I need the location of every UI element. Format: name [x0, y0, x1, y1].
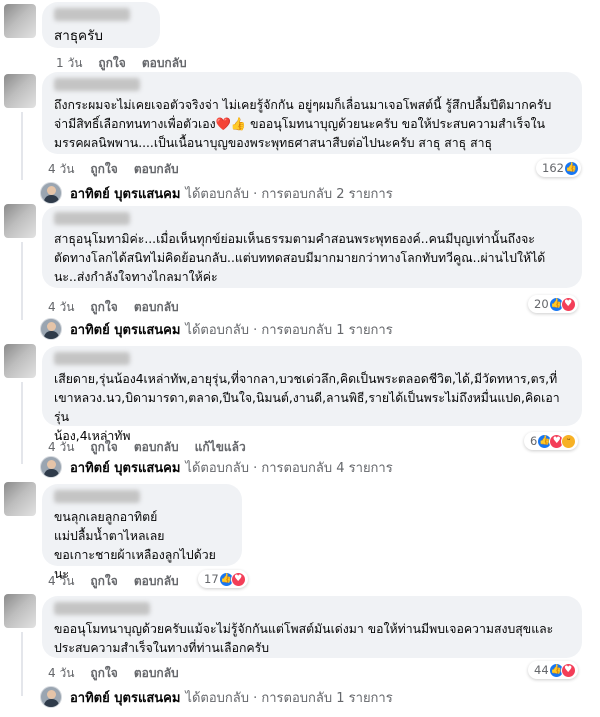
commenter-avatar[interactable]: [4, 74, 36, 108]
like-button[interactable]: ถูกใจ: [90, 438, 117, 457]
comment-bubble: เสียดาย,รุ่นน้อง4เหล่าทัพ,อายุรุ่น,ที่จา…: [42, 346, 582, 443]
edited-label[interactable]: แก้ไขแล้ว: [195, 438, 246, 457]
comment-actions: 4 วัน ถูกใจ ตอบกลับ: [48, 572, 179, 591]
reply-button[interactable]: ตอบกลับ: [142, 54, 187, 73]
reaction-summary[interactable]: 44 👍 ♥: [528, 661, 578, 679]
reply-author-name[interactable]: อาทิตย์ บุตรแสนคม: [70, 457, 180, 478]
thread-line: [21, 382, 23, 464]
comment-text: เสียดาย,รุ่นน้อง4เหล่าทัพ,อายุรุ่น,ที่จา…: [54, 372, 560, 443]
comment-time[interactable]: 1 วัน: [56, 54, 82, 73]
reply-button[interactable]: ตอบกลับ: [134, 160, 179, 179]
commenter-name[interactable]: [54, 602, 150, 615]
comment-time[interactable]: 4 วัน: [48, 298, 74, 317]
comment-bubble: สาธุอนุโมทามิค่ะ...เมื่อเห็นทุกข์ย่อมเห็…: [42, 206, 582, 288]
commenter-name[interactable]: [54, 212, 130, 225]
reply-summary[interactable]: อาทิตย์ บุตรแสนคม ได้ตอบกลับ · การตอบกลั…: [40, 686, 393, 708]
reply-button[interactable]: ตอบกลับ: [134, 438, 179, 457]
comment-time[interactable]: 4 วัน: [48, 572, 74, 591]
reaction-count: 162: [542, 161, 564, 175]
like-button[interactable]: ถูกใจ: [90, 572, 117, 591]
reaction-summary[interactable]: 162 👍: [536, 159, 581, 177]
reaction-summary[interactable]: 17 👍 ♥: [198, 570, 248, 588]
reply-author-avatar: [40, 686, 62, 708]
commenter-name[interactable]: [54, 78, 140, 91]
reply-summary[interactable]: อาทิตย์ บุตรแสนคม ได้ตอบกลับ · การตอบกลั…: [40, 318, 393, 340]
comment-bubble: ขออนุโมทนาบุญด้วยครับแม้จะไม่รู้จักกันแต…: [42, 596, 582, 658]
like-button[interactable]: ถูกใจ: [98, 54, 125, 73]
reaction-count: 20: [534, 297, 549, 311]
comment-text: ถึงกระผมจะไม่เคยเจอตัวจริงจ่า ไม่เคยรู้จ…: [54, 98, 552, 150]
reaction-summary[interactable]: 6 👍 ♥ ᵕ: [524, 432, 579, 450]
comment-actions: 4 วัน ถูกใจ ตอบกลับ: [48, 160, 179, 179]
reply-author-avatar: [40, 456, 62, 478]
commenter-avatar[interactable]: [4, 344, 36, 378]
comment-bubble: ขนลุกเลยลูกอาทิตย์ แม่ปลื้มน้ำตาไหลเลย ข…: [42, 484, 242, 581]
reply-author-name[interactable]: อาทิตย์ บุตรแสนคม: [70, 687, 180, 708]
reply-meta[interactable]: ได้ตอบกลับ · การตอบกลับ 1 รายการ: [185, 687, 392, 708]
commenter-avatar[interactable]: [4, 4, 36, 38]
commenter-name[interactable]: [54, 8, 130, 21]
comment-bubble: สาธุครับ: [42, 2, 160, 48]
commenter-avatar[interactable]: [4, 594, 36, 628]
commenter-avatar[interactable]: [4, 482, 36, 516]
like-button[interactable]: ถูกใจ: [90, 160, 117, 179]
reply-author-name[interactable]: อาทิตย์ บุตรแสนคม: [70, 319, 180, 340]
reaction-summary[interactable]: 20 👍 ♥: [528, 295, 578, 313]
thread-line: [21, 242, 23, 320]
reply-button[interactable]: ตอบกลับ: [134, 298, 179, 317]
comment-actions: 4 วัน ถูกใจ ตอบกลับ แก้ไขแล้ว: [48, 438, 246, 457]
comment-actions: 1 วัน ถูกใจ ตอบกลับ: [56, 54, 187, 73]
like-button[interactable]: ถูกใจ: [90, 298, 117, 317]
reaction-count: 6: [530, 434, 538, 448]
commenter-name[interactable]: [54, 352, 130, 365]
comment-bubble: ถึงกระผมจะไม่เคยเจอตัวจริงจ่า ไม่เคยรู้จ…: [42, 72, 582, 154]
love-icon: ♥: [560, 662, 576, 678]
reply-summary[interactable]: อาทิตย์ บุตรแสนคม ได้ตอบกลับ · การตอบกลั…: [40, 182, 393, 204]
comment-text: สาธุครับ: [54, 28, 103, 44]
comment-text: สาธุอนุโมทามิค่ะ...เมื่อเห็นทุกข์ย่อมเห็…: [54, 232, 546, 284]
love-icon: ♥: [560, 296, 576, 312]
haha-icon: ᵕ: [561, 433, 577, 449]
commenter-name[interactable]: [54, 490, 140, 503]
reply-author-name[interactable]: อาทิตย์ บุตรแสนคม: [70, 183, 180, 204]
thread-line: [21, 632, 23, 696]
comment-time[interactable]: 4 วัน: [48, 664, 74, 683]
reply-meta[interactable]: ได้ตอบกลับ · การตอบกลับ 4 รายการ: [185, 457, 392, 478]
like-button[interactable]: ถูกใจ: [90, 664, 117, 683]
reply-author-avatar: [40, 182, 62, 204]
reply-meta[interactable]: ได้ตอบกลับ · การตอบกลับ 2 รายการ: [185, 183, 392, 204]
reply-meta[interactable]: ได้ตอบกลับ · การตอบกลับ 1 รายการ: [185, 319, 392, 340]
comment-actions: 4 วัน ถูกใจ ตอบกลับ: [48, 298, 179, 317]
reaction-count: 17: [204, 572, 219, 586]
commenter-avatar[interactable]: [4, 204, 36, 238]
like-icon: 👍: [563, 160, 579, 176]
reply-author-avatar: [40, 318, 62, 340]
comment-time[interactable]: 4 วัน: [48, 160, 74, 179]
reply-button[interactable]: ตอบกลับ: [134, 664, 179, 683]
comment-actions: 4 วัน ถูกใจ ตอบกลับ: [48, 664, 179, 683]
comment-text: ขออนุโมทนาบุญด้วยครับแม้จะไม่รู้จักกันแต…: [54, 622, 554, 655]
comment-time[interactable]: 4 วัน: [48, 438, 74, 457]
thread-line: [21, 112, 23, 180]
love-icon: ♥: [230, 571, 246, 587]
reply-summary[interactable]: อาทิตย์ บุตรแสนคม ได้ตอบกลับ · การตอบกลั…: [40, 456, 393, 478]
reaction-count: 44: [534, 663, 549, 677]
reply-button[interactable]: ตอบกลับ: [134, 572, 179, 591]
